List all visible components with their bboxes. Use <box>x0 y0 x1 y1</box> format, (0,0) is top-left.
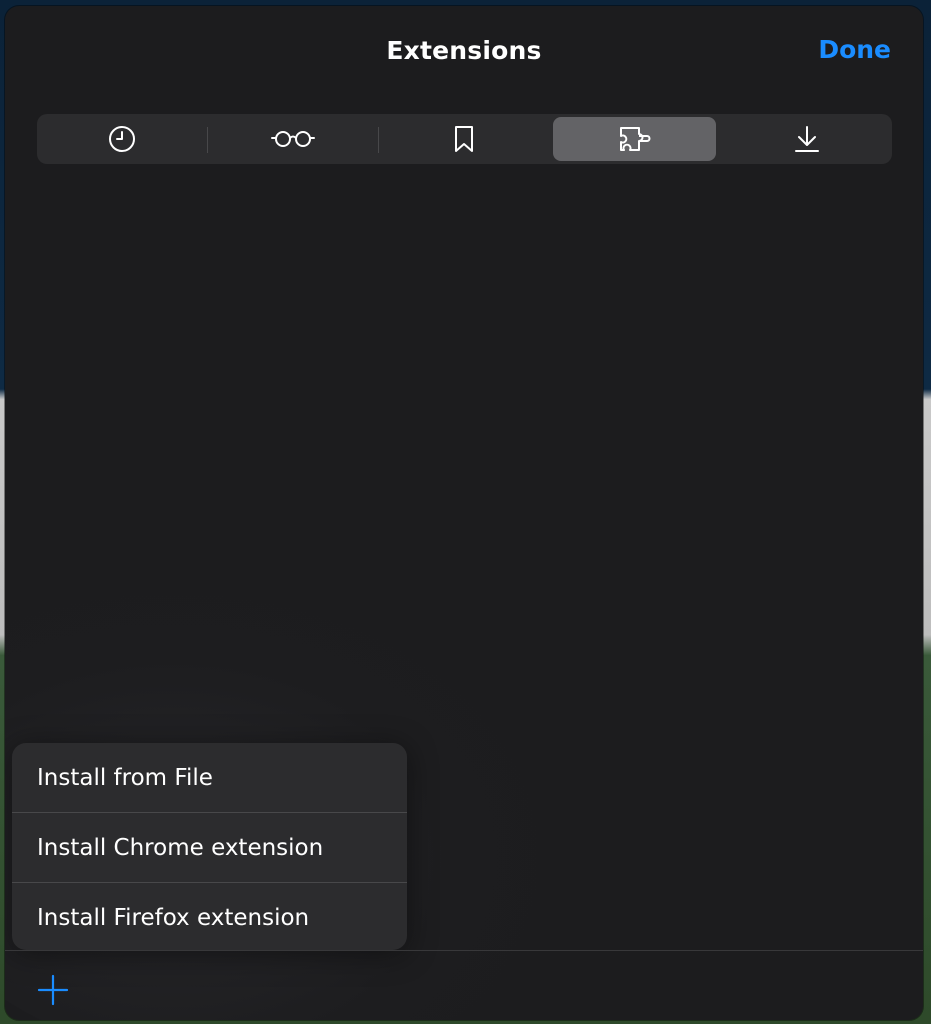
plus-icon <box>37 974 69 1006</box>
tab-extensions[interactable] <box>553 117 716 161</box>
bottom-toolbar <box>5 950 923 1020</box>
extensions-sheet: Extensions Done Install from File Instal… <box>5 6 923 1020</box>
puzzle-piece-icon <box>619 127 650 151</box>
done-button[interactable]: Done <box>818 35 891 64</box>
menu-item-install-firefox-extension[interactable]: Install Firefox extension <box>12 883 407 950</box>
menu-item-install-chrome-extension[interactable]: Install Chrome extension <box>12 813 407 882</box>
menu-item-install-from-file[interactable]: Install from File <box>12 743 407 812</box>
library-segmented-control <box>37 114 892 164</box>
segment-divider <box>207 127 208 153</box>
tab-bookmarks[interactable] <box>382 117 545 161</box>
tab-reading-list[interactable] <box>211 117 374 161</box>
sheet-title: Extensions <box>386 36 542 65</box>
clock-icon <box>108 126 135 152</box>
segment-divider <box>378 127 379 153</box>
bookmark-icon <box>454 126 473 152</box>
glasses-icon <box>270 131 315 147</box>
tab-history[interactable] <box>40 117 203 161</box>
tab-downloads[interactable] <box>725 117 888 161</box>
download-icon <box>794 126 819 152</box>
install-menu: Install from File Install Chrome extensi… <box>12 743 407 950</box>
add-extension-button[interactable] <box>36 973 70 1007</box>
